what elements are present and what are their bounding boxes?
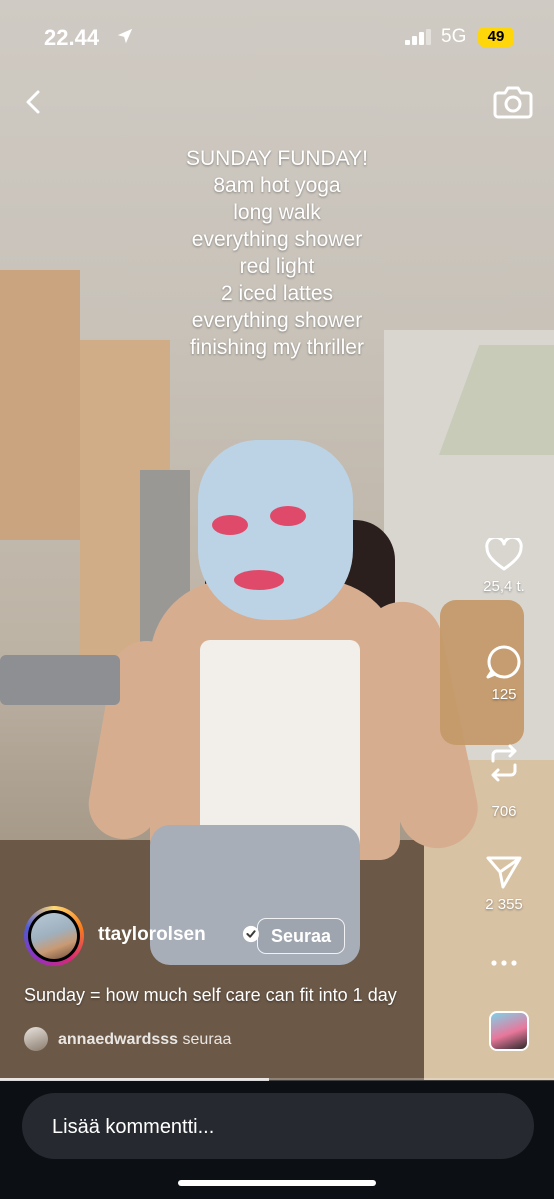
follower-row[interactable]: annaedwardsss seuraa (24, 1027, 384, 1055)
share-count: 2 355 (485, 896, 523, 913)
like-count: 25,4 t. (483, 578, 525, 595)
battery-indicator: 49 (478, 27, 514, 47)
overlay-line: 8am hot yoga (213, 174, 341, 197)
comment-input[interactable] (50, 1093, 494, 1161)
comment-count: 125 (491, 686, 517, 703)
scene-mask-mouth (234, 570, 284, 590)
avatar-image (31, 913, 77, 959)
overlay-line: long walk (233, 201, 321, 224)
more-icon (491, 960, 517, 966)
overlay-line: everything shower (191, 228, 363, 251)
audio-thumbnail[interactable] (489, 1011, 529, 1051)
post-caption[interactable]: Sunday = how much self care can fit into… (24, 985, 397, 1006)
follower-info: annaedwardsss seuraa (58, 1031, 231, 1049)
network-type: 5G (441, 26, 467, 47)
comment-icon (486, 645, 521, 679)
author-avatar[interactable] (24, 906, 84, 966)
scene-mask-eye (270, 506, 306, 526)
battery-level: 49 (487, 28, 505, 45)
comment-button[interactable]: 125 (474, 644, 534, 703)
status-bar: 22.44 5G 49 (0, 0, 554, 75)
comment-bar (0, 1081, 554, 1199)
follower-avatar (24, 1027, 48, 1051)
overlay-line: red light (239, 255, 315, 278)
author-username[interactable]: ttaylorolsen (98, 924, 206, 946)
scene-mask-eye (212, 515, 248, 535)
follower-action: seuraa (182, 1031, 232, 1048)
back-icon[interactable] (18, 86, 50, 118)
more-button[interactable] (474, 958, 534, 968)
overlay-line: everything shower (191, 309, 363, 332)
follow-button[interactable]: Seuraa (257, 918, 345, 954)
follower-name: annaedwardsss (58, 1031, 179, 1048)
home-indicator[interactable] (178, 1180, 376, 1186)
heart-icon (485, 538, 523, 571)
like-button[interactable]: 25,4 t. (474, 538, 534, 595)
overlay-line: SUNDAY FUNDAY! (185, 147, 369, 170)
share-icon (486, 856, 522, 889)
repost-button[interactable]: 706 (474, 743, 534, 820)
scene-device (0, 655, 120, 705)
location-arrow-icon (117, 28, 133, 44)
comment-field-container[interactable] (22, 1093, 534, 1161)
video-text-overlay: SUNDAY FUNDAY! 8am hot yoga long walk ev… (0, 145, 554, 361)
author-row: ttaylorolsen Seuraa (24, 906, 424, 966)
camera-icon[interactable] (493, 84, 533, 120)
signal-icon (405, 29, 431, 45)
overlay-line: 2 iced lattes (220, 282, 334, 305)
repost-count: 706 (491, 803, 517, 820)
overlay-line: finishing my thriller (190, 336, 364, 359)
share-button[interactable]: 2 355 (474, 854, 534, 913)
repost-icon (491, 744, 517, 782)
status-time: 22.44 (44, 25, 100, 50)
